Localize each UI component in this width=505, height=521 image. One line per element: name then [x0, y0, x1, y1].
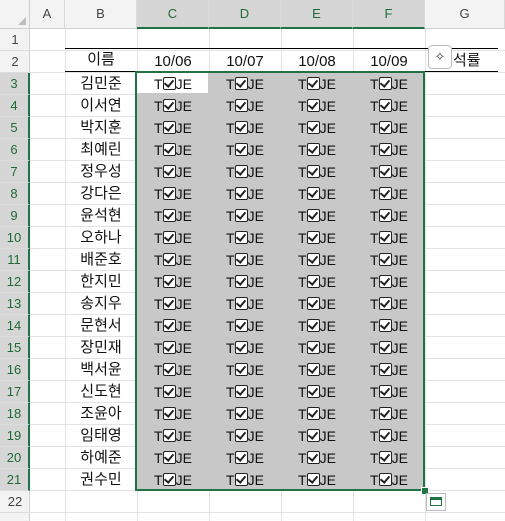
column-header-a[interactable]: A — [30, 0, 65, 28]
quick-analysis-icon — [430, 497, 442, 506]
column-header-f[interactable]: F — [353, 0, 425, 29]
analyze-label-cell: 석률 — [453, 52, 481, 69]
grid-hline — [30, 512, 505, 513]
name-cell[interactable]: 백서윤 — [65, 359, 137, 381]
name-cell[interactable]: 조윤아 — [65, 403, 137, 425]
row-header-21[interactable]: 21 — [0, 469, 30, 491]
name-cell[interactable]: 한지민 — [65, 271, 137, 293]
column-header-bar: ABCDEFG — [30, 0, 505, 29]
row-header-13[interactable]: 13 — [0, 293, 30, 315]
row-header-1[interactable]: 1 — [0, 29, 30, 51]
date-header-cell[interactable]: 10/06 — [137, 51, 209, 73]
grid-vline — [425, 29, 426, 521]
name-cell[interactable]: 하예준 — [65, 447, 137, 469]
row-header-3[interactable]: 3 — [0, 73, 30, 95]
name-cell[interactable]: 신도현 — [65, 381, 137, 403]
date-header-cell[interactable]: 10/09 — [353, 51, 425, 73]
row-header-12[interactable]: 12 — [0, 271, 30, 293]
name-cell[interactable]: 정우성 — [65, 161, 137, 183]
column-header-c[interactable]: C — [137, 0, 209, 29]
row-header-2[interactable]: 2 — [0, 51, 30, 73]
column-header-b[interactable]: B — [65, 0, 137, 28]
row-header-16[interactable]: 16 — [0, 359, 30, 381]
quick-analysis-button[interactable] — [426, 493, 446, 511]
row-header-15[interactable]: 15 — [0, 337, 30, 359]
row-header-11[interactable]: 11 — [0, 249, 30, 271]
name-cell[interactable]: 이서연 — [65, 95, 137, 117]
row-header-22[interactable]: 22 — [0, 491, 30, 513]
name-cell[interactable]: 권수민 — [65, 469, 137, 491]
row-header-19[interactable]: 19 — [0, 425, 30, 447]
row-header-9[interactable]: 9 — [0, 205, 30, 227]
name-cell[interactable]: 임태영 — [65, 425, 137, 447]
header-name-cell[interactable]: 이름 — [65, 49, 137, 71]
date-header-cell[interactable]: 10/08 — [281, 51, 353, 73]
column-header-d[interactable]: D — [209, 0, 281, 29]
row-header-8[interactable]: 8 — [0, 183, 30, 205]
name-cell[interactable]: 김민준 — [65, 73, 137, 95]
select-all-corner[interactable] — [0, 0, 30, 29]
select-all-triangle-icon — [18, 17, 26, 25]
row-header-4[interactable]: 4 — [0, 95, 30, 117]
name-cell[interactable]: 장민재 — [65, 337, 137, 359]
row-header-14[interactable]: 14 — [0, 315, 30, 337]
row-header-7[interactable]: 7 — [0, 161, 30, 183]
name-cell[interactable]: 윤석현 — [65, 205, 137, 227]
row-header-17[interactable]: 17 — [0, 381, 30, 403]
row-header-6[interactable]: 6 — [0, 139, 30, 161]
row-header-18[interactable]: 18 — [0, 403, 30, 425]
selection-border — [135, 71, 425, 491]
name-cell[interactable]: 배준호 — [65, 249, 137, 271]
name-cell[interactable]: 강다은 — [65, 183, 137, 205]
name-cell[interactable]: 박지훈 — [65, 117, 137, 139]
name-cell[interactable]: 송지우 — [65, 293, 137, 315]
row-header-5[interactable]: 5 — [0, 117, 30, 139]
column-header-g[interactable]: G — [425, 0, 505, 28]
date-header-cell[interactable]: 10/07 — [209, 51, 281, 73]
name-cell[interactable]: 오하나 — [65, 227, 137, 249]
row-header-20[interactable]: 20 — [0, 447, 30, 469]
spreadsheet: ABCDEFG 1 2 3 4 5 6 7 8 9 10 11 12 13 14 15 16 17 18 19 20 2… — [0, 0, 505, 521]
row-header-bar: 1 2 3 4 5 6 7 8 9 10 11 12 13 14 15 16 17 18 19 20 21 22 — [0, 29, 30, 521]
column-header-e[interactable]: E — [281, 0, 353, 29]
analyze-data-button[interactable]: ✧ — [428, 45, 452, 69]
name-cell[interactable]: 최예린 — [65, 139, 137, 161]
sparkle-icon: ✧ — [434, 49, 446, 64]
row-header-10[interactable]: 10 — [0, 227, 30, 249]
name-cell[interactable]: 문현서 — [65, 315, 137, 337]
